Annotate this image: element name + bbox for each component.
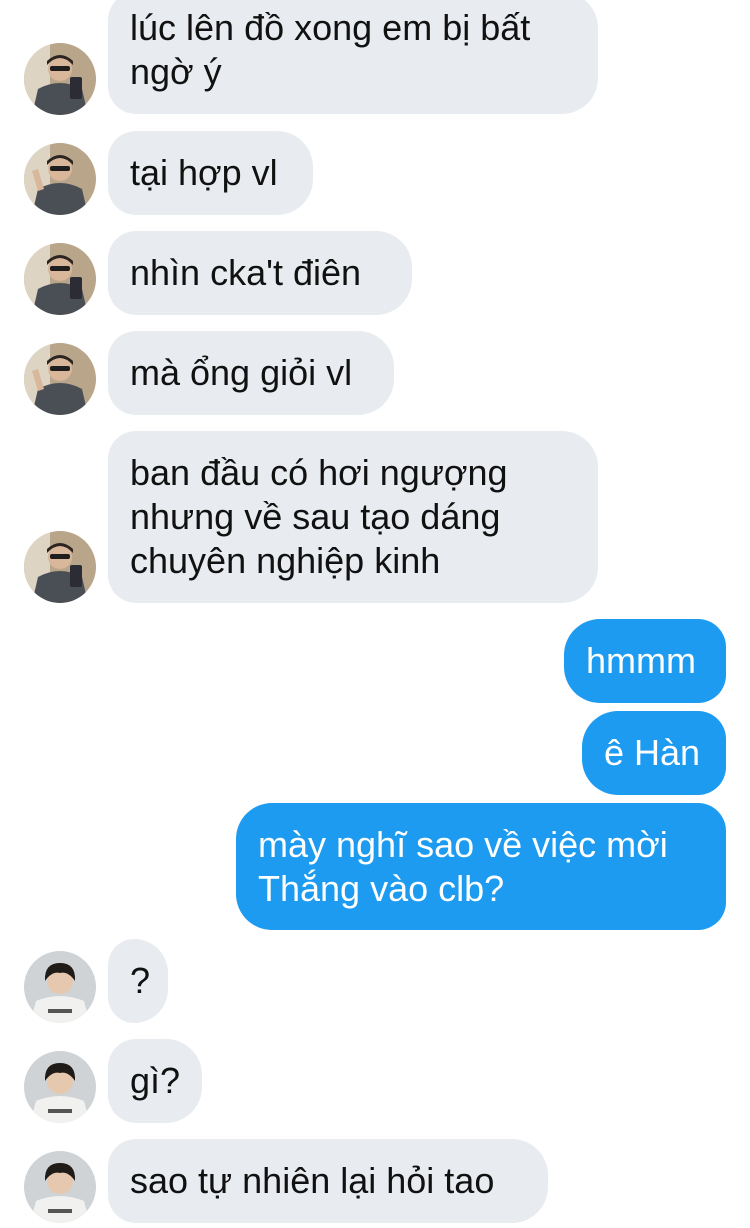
person-photo-avatar-icon — [24, 531, 96, 603]
person-photo-avatar-icon — [24, 243, 96, 315]
person-photo-avatar-icon — [24, 43, 96, 115]
message-bubble-incoming[interactable]: nhìn cka't điên — [108, 231, 412, 315]
person-photo-avatar-icon — [24, 1051, 96, 1123]
chat-thread[interactable]: lúc lên đồ xong em bị bất ngờ ý tại hợp … — [0, 0, 750, 1228]
message-bubble-incoming[interactable]: mà ổng giỏi vl — [108, 331, 394, 415]
person-photo-avatar-icon — [24, 951, 96, 1023]
contact-avatar[interactable] — [24, 43, 96, 115]
message-bubble-outgoing[interactable]: hmmm — [564, 619, 726, 703]
message-bubble-incoming[interactable]: gì? — [108, 1039, 202, 1123]
message-bubble-incoming[interactable]: tại hợp vl — [108, 131, 313, 215]
contact-avatar[interactable] — [24, 1151, 96, 1223]
contact-avatar[interactable] — [24, 343, 96, 415]
message-bubble-incoming[interactable]: ban đầu có hơi ngượng nhưng về sau tạo d… — [108, 431, 598, 603]
contact-avatar[interactable] — [24, 143, 96, 215]
contact-avatar[interactable] — [24, 951, 96, 1023]
contact-avatar[interactable] — [24, 243, 96, 315]
person-photo-avatar-icon — [24, 1151, 96, 1223]
message-bubble-incoming[interactable]: ? — [108, 939, 168, 1023]
contact-avatar[interactable] — [24, 1051, 96, 1123]
message-bubble-outgoing[interactable]: mày nghĩ sao về việc mời Thắng vào clb? — [236, 803, 726, 930]
contact-avatar[interactable] — [24, 531, 96, 603]
message-bubble-incoming[interactable]: sao tự nhiên lại hỏi tao — [108, 1139, 548, 1223]
message-bubble-incoming[interactable]: lúc lên đồ xong em bị bất ngờ ý — [108, 0, 598, 114]
person-photo-avatar-icon — [24, 143, 96, 215]
message-bubble-outgoing[interactable]: ê Hàn — [582, 711, 726, 795]
person-photo-avatar-icon — [24, 343, 96, 415]
